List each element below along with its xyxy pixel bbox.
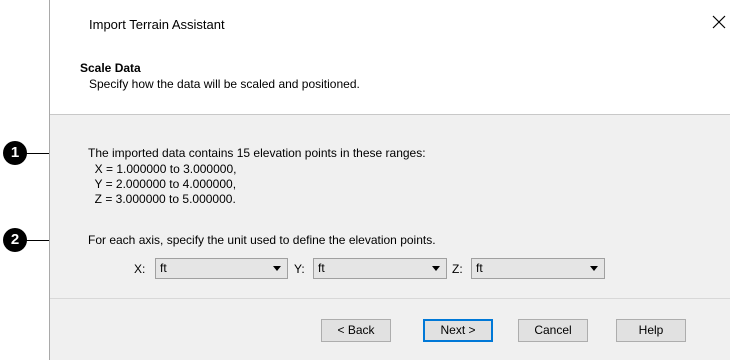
x-unit-value: ft bbox=[160, 261, 167, 275]
import-terrain-dialog: Import Terrain Assistant Scale Data Spec… bbox=[49, 0, 730, 360]
z-unit-value: ft bbox=[476, 261, 483, 275]
window-title: Import Terrain Assistant bbox=[89, 17, 225, 32]
chevron-down-icon bbox=[432, 266, 440, 271]
back-button[interactable]: < Back bbox=[321, 319, 391, 342]
z-range-text: Z = 3.000000 to 5.000000. bbox=[88, 192, 236, 206]
next-button[interactable]: Next > bbox=[423, 319, 493, 342]
footer-separator bbox=[50, 298, 730, 299]
y-unit-value: ft bbox=[318, 261, 325, 275]
header-panel: Scale Data Specify how the data will be … bbox=[50, 50, 730, 115]
cancel-button[interactable]: Cancel bbox=[518, 319, 588, 342]
chevron-down-icon bbox=[590, 266, 598, 271]
help-button[interactable]: Help bbox=[616, 319, 686, 342]
y-unit-label: Y: bbox=[294, 262, 305, 276]
callout-2: 2 bbox=[3, 228, 27, 252]
z-unit-label: Z: bbox=[452, 262, 463, 276]
chevron-down-icon bbox=[273, 266, 281, 271]
z-unit-select[interactable]: ft bbox=[471, 258, 605, 279]
y-range-text: Y = 2.000000 to 4.000000, bbox=[88, 177, 237, 191]
page-title: Scale Data bbox=[80, 61, 141, 75]
callout-1: 1 bbox=[3, 141, 27, 165]
unit-prompt-text: For each axis, specify the unit used to … bbox=[88, 233, 436, 247]
x-range-text: X = 1.000000 to 3.000000, bbox=[88, 162, 237, 176]
x-unit-label: X: bbox=[134, 262, 146, 276]
x-unit-select[interactable]: ft bbox=[155, 258, 288, 279]
close-icon[interactable] bbox=[710, 13, 728, 31]
summary-text: The imported data contains 15 elevation … bbox=[88, 146, 426, 160]
y-unit-select[interactable]: ft bbox=[313, 258, 447, 279]
title-bar: Import Terrain Assistant bbox=[50, 0, 730, 50]
page-subtitle: Specify how the data will be scaled and … bbox=[89, 77, 360, 91]
